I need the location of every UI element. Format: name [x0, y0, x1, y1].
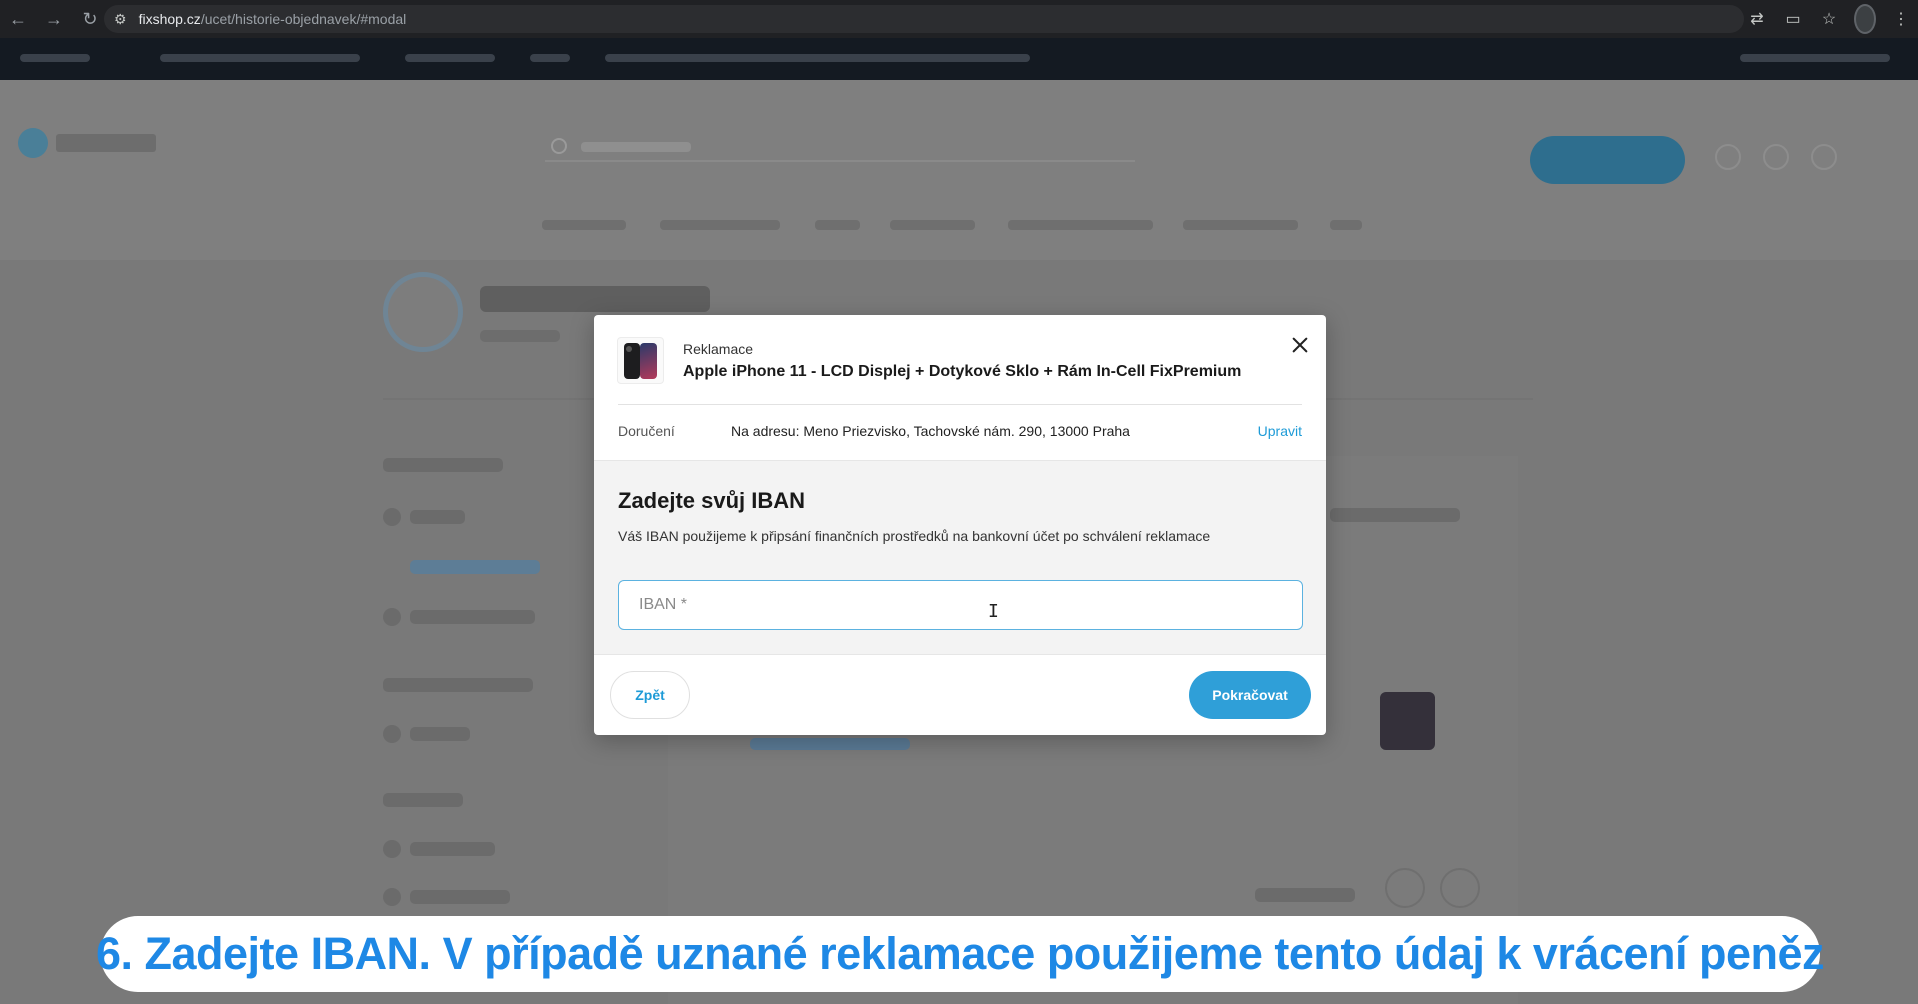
product-image — [617, 337, 664, 384]
cart-icon — [1811, 144, 1837, 170]
arrow-right-icon[interactable]: → — [36, 0, 72, 38]
sidebar-icon — [383, 725, 401, 743]
caption-text: 6. Zadejte IBAN. V případě uznané reklam… — [95, 928, 1825, 979]
back-button[interactable]: Zpět — [610, 671, 690, 719]
sidebar-heading — [383, 678, 533, 692]
iban-description: Váš IBAN použijeme k připsání finančních… — [618, 528, 1211, 544]
browser-toolbar: ← → ↻ ⚙ fixshop.cz/ucet/historie-objedna… — [0, 0, 1918, 38]
logo-text — [56, 134, 156, 152]
blurred-text — [1740, 54, 1890, 62]
site-logo — [18, 126, 163, 160]
sidebar-item-active — [410, 560, 540, 574]
menu-item — [890, 220, 975, 230]
pagination-label — [1255, 888, 1355, 902]
phone-back-shape — [640, 343, 657, 379]
product-title: Apple iPhone 11 - LCD Displej + Dotykové… — [683, 363, 1242, 380]
star-icon[interactable]: ☆ — [1818, 9, 1840, 29]
arrow-left-icon[interactable]: ← — [0, 0, 36, 38]
iban-input[interactable] — [618, 580, 1303, 630]
payment-card-icon[interactable]: ▭ — [1782, 9, 1804, 29]
pagination-prev — [1385, 868, 1425, 908]
modal-divider — [618, 404, 1302, 405]
sidebar-item — [410, 842, 495, 856]
pagination-next — [1440, 868, 1480, 908]
iban-section: Zadejte svůj IBAN Váš IBAN použijeme k p… — [594, 460, 1326, 655]
user-icon — [1715, 144, 1741, 170]
continue-button[interactable]: Pokračovat — [1189, 671, 1311, 719]
claim-modal: Reklamace Apple iPhone 11 - LCD Displej … — [594, 315, 1326, 735]
reload-icon[interactable]: ↻ — [72, 0, 108, 38]
sidebar-icon — [383, 840, 401, 858]
sidebar-icon — [383, 508, 401, 526]
header-cta — [1530, 136, 1685, 184]
logo-mark — [18, 128, 48, 158]
sidebar-item — [410, 727, 470, 741]
more-vertical-icon[interactable]: ⋮ — [1890, 9, 1912, 29]
browser-actions: ⇄ ▭ ☆ ⋮ — [1746, 0, 1918, 38]
iban-heading: Zadejte svůj IBAN — [618, 488, 806, 513]
order-link — [750, 738, 910, 750]
edit-delivery-link[interactable]: Upravit — [1258, 423, 1302, 439]
delivery-address: Na adresu: Meno Priezvisko, Tachovské ná… — [731, 423, 1130, 439]
blurred-text — [20, 54, 90, 62]
blurred-text — [605, 54, 1030, 62]
order-product-thumb — [1380, 692, 1435, 750]
blurred-text — [530, 54, 570, 62]
menu-item — [1008, 220, 1153, 230]
panel-header-text — [1330, 508, 1460, 522]
account-avatar — [383, 272, 463, 352]
site-settings-icon[interactable]: ⚙ — [114, 11, 127, 28]
menu-item — [1330, 220, 1362, 230]
browser-nav: ← → ↻ — [0, 0, 108, 38]
tutorial-caption: 6. Zadejte IBAN. V případě uznané reklam… — [96, 916, 1825, 992]
menu-item — [815, 220, 860, 230]
sidebar-item — [410, 510, 465, 524]
blurred-text — [405, 54, 495, 62]
sidebar-heading — [383, 793, 463, 807]
text-cursor-icon: I — [988, 601, 999, 622]
menu-item — [542, 220, 626, 230]
sidebar-icon — [383, 608, 401, 626]
profile-avatar[interactable] — [1854, 4, 1876, 34]
sidebar-heading — [383, 458, 503, 472]
modal-header: Reklamace Apple iPhone 11 - LCD Displej … — [594, 315, 1326, 405]
site-search — [545, 132, 1135, 162]
account-name — [480, 286, 710, 312]
close-icon[interactable] — [1288, 333, 1312, 357]
address-bar[interactable]: ⚙ fixshop.cz/ucet/historie-objednavek/#m… — [104, 5, 1744, 33]
sidebar-item — [410, 610, 535, 624]
search-placeholder — [581, 142, 691, 152]
top-info-strip — [0, 38, 1918, 80]
url-host: fixshop.cz — [138, 11, 201, 27]
delivery-label: Doručení — [618, 423, 675, 439]
camera-dot — [626, 346, 632, 352]
modal-kicker: Reklamace — [683, 341, 754, 357]
translate-icon[interactable]: ⇄ — [1746, 9, 1768, 29]
sidebar-icon — [383, 888, 401, 906]
search-icon — [551, 138, 567, 154]
menu-item — [660, 220, 780, 230]
url-text[interactable]: fixshop.cz/ucet/historie-objednavek/#mod… — [139, 11, 407, 27]
blurred-text — [160, 54, 360, 62]
sidebar-item — [410, 890, 510, 904]
site-header — [0, 80, 1918, 260]
url-path: /ucet/historie-objednavek/#modal — [200, 11, 407, 27]
account-subtitle — [480, 330, 560, 342]
header-icons — [1715, 144, 1837, 170]
heart-icon — [1763, 144, 1789, 170]
menu-item — [1183, 220, 1298, 230]
